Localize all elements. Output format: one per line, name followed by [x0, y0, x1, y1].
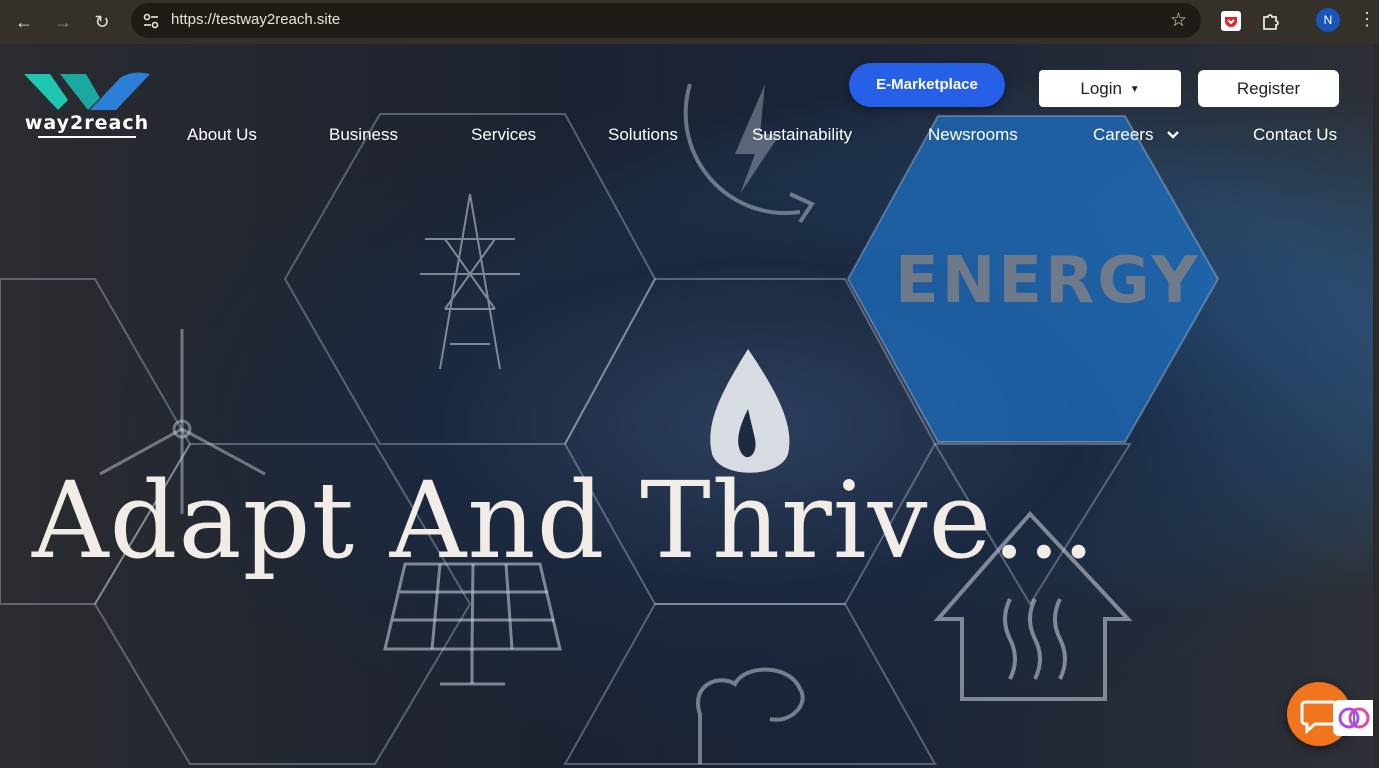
url-text[interactable]: https://testway2reach.site [171, 11, 340, 28]
nav-sustainability[interactable]: Sustainability [752, 124, 852, 146]
hexagon-background [0, 83, 1220, 765]
logo-text: way2reach [24, 112, 150, 134]
emarketplace-button[interactable]: E-Marketplace [849, 63, 1005, 107]
brain-icon [1338, 707, 1370, 729]
browser-toolbar: ← → ↻ https://testway2reach.site ☆ N ⋮ [0, 0, 1379, 44]
logo-underline [38, 136, 136, 138]
hero-headline: Adapt And Thrive... [32, 459, 1097, 582]
power-tower-icon [420, 193, 520, 370]
profile-avatar[interactable]: N [1316, 8, 1340, 32]
nav-about-us[interactable]: About Us [187, 124, 257, 146]
page-scrollbar[interactable] [1373, 44, 1379, 768]
caret-down-icon: ▼ [1129, 84, 1140, 95]
website-viewport: ENERGY way2reach E-Marketplace Login ▼ R… [0, 44, 1379, 768]
nav-contact-us[interactable]: Contact Us [1253, 124, 1337, 146]
star-icon[interactable]: ☆ [1170, 9, 1187, 32]
pocket-extension-icon[interactable] [1219, 9, 1243, 33]
back-icon[interactable]: ← [11, 9, 37, 35]
nav-solutions[interactable]: Solutions [608, 124, 678, 146]
reload-icon[interactable]: ↻ [89, 9, 115, 35]
address-bar[interactable]: https://testway2reach.site ☆ [131, 3, 1201, 38]
chevron-down-icon [1167, 131, 1180, 139]
login-dropdown-button[interactable]: Login ▼ [1039, 70, 1181, 107]
way2reach-logo[interactable]: way2reach [20, 70, 154, 142]
kebab-menu-icon[interactable]: ⋮ [1358, 9, 1376, 30]
energy-label: ENERGY [895, 244, 1201, 318]
nav-services[interactable]: Services [471, 124, 536, 146]
forward-icon[interactable]: → [50, 9, 76, 35]
login-label: Login [1080, 79, 1122, 98]
nav-newsrooms[interactable]: Newsrooms [928, 124, 1018, 146]
register-button[interactable]: Register [1198, 70, 1339, 107]
nav-business[interactable]: Business [329, 124, 398, 146]
ai-assistant-tab[interactable] [1333, 700, 1373, 736]
nav-careers-label: Careers [1093, 125, 1154, 144]
logo-mark-icon [24, 72, 150, 110]
nav-careers[interactable]: Careers [1093, 124, 1180, 146]
factory-smoke-icon [696, 667, 805, 764]
site-settings-icon[interactable] [141, 11, 161, 31]
extensions-icon[interactable] [1259, 9, 1283, 33]
